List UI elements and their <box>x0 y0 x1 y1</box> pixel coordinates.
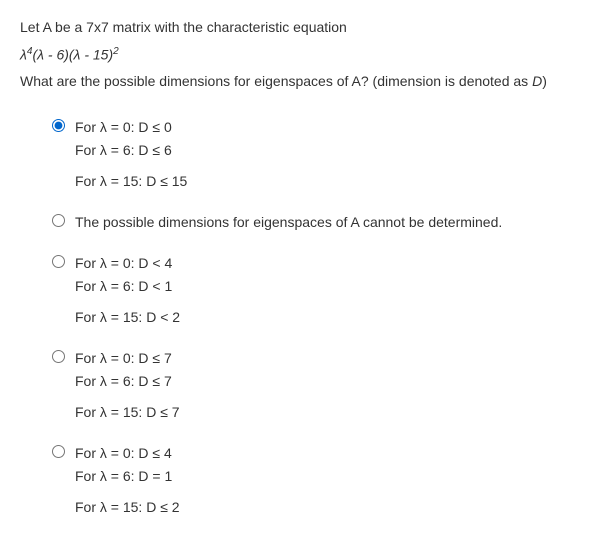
option-1[interactable]: The possible dimensions for eigenspaces … <box>52 212 594 235</box>
question-followup: What are the possible dimensions for eig… <box>20 73 594 89</box>
radio-option-0[interactable] <box>52 119 65 132</box>
option-content: For λ = 0: D < 4For λ = 6: D < 1 For λ = … <box>75 253 180 330</box>
options-container: For λ = 0: D ≤ 0For λ = 6: D ≤ 6 For λ = … <box>20 117 594 520</box>
radio-wrapper <box>52 214 65 230</box>
option-line: For λ = 0: D ≤ 7 <box>75 348 180 369</box>
radio-option-1[interactable] <box>52 214 65 227</box>
option-line: For λ = 15: D ≤ 15 <box>75 171 187 192</box>
radio-wrapper <box>52 350 65 366</box>
question-intro: Let A be a 7x7 matrix with the character… <box>20 16 594 38</box>
option-content: For λ = 0: D ≤ 0For λ = 6: D ≤ 6 For λ = … <box>75 117 187 194</box>
option-2[interactable]: For λ = 0: D < 4For λ = 6: D < 1 For λ = … <box>52 253 594 330</box>
option-3[interactable]: For λ = 0: D ≤ 7For λ = 6: D ≤ 7 For λ = … <box>52 348 594 425</box>
radio-wrapper <box>52 119 65 135</box>
characteristic-equation: λ4(λ - 6)(λ - 15)2 <box>20 46 594 63</box>
radio-option-4[interactable] <box>52 445 65 458</box>
option-content: The possible dimensions for eigenspaces … <box>75 212 502 235</box>
radio-wrapper <box>52 445 65 461</box>
option-line: For λ = 0: D ≤ 0 <box>75 117 187 138</box>
option-4[interactable]: For λ = 0: D ≤ 4For λ = 6: D = 1For λ = … <box>52 443 594 520</box>
option-line: For λ = 6: D < 1 <box>75 276 180 297</box>
option-0[interactable]: For λ = 0: D ≤ 0For λ = 6: D ≤ 6 For λ = … <box>52 117 594 194</box>
radio-wrapper <box>52 255 65 271</box>
option-content: For λ = 0: D ≤ 7For λ = 6: D ≤ 7 For λ = … <box>75 348 180 425</box>
option-line: For λ = 0: D < 4 <box>75 253 180 274</box>
option-line: For λ = 15: D < 2 <box>75 307 180 328</box>
radio-option-3[interactable] <box>52 350 65 363</box>
option-line: For λ = 0: D ≤ 4 <box>75 443 180 464</box>
option-content: For λ = 0: D ≤ 4For λ = 6: D = 1For λ = … <box>75 443 180 520</box>
option-line: For λ = 6: D ≤ 7 <box>75 371 180 392</box>
option-line: For λ = 6: D = 1 <box>75 466 180 487</box>
radio-option-2[interactable] <box>52 255 65 268</box>
option-text: The possible dimensions for eigenspaces … <box>75 212 502 233</box>
option-line: For λ = 6: D ≤ 6 <box>75 140 187 161</box>
option-line: For λ = 15: D ≤ 7 <box>75 402 180 423</box>
